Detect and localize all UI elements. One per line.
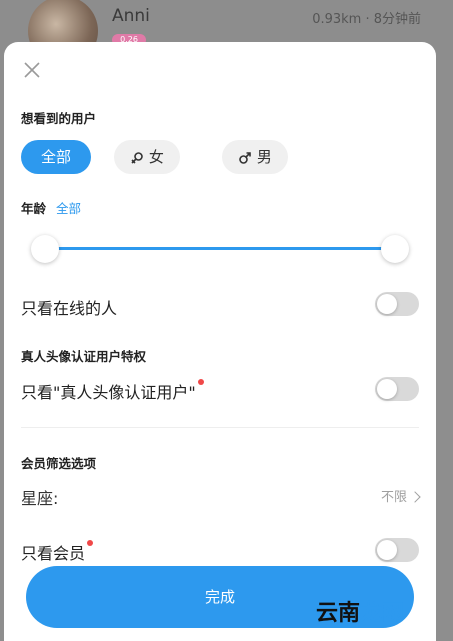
new-dot-icon (87, 540, 94, 546)
constellation-value: 不限 (380, 490, 407, 505)
verified-only-row: 只看"真人头像认证用户" (21, 379, 204, 403)
toggle-knob (377, 540, 397, 560)
male-icon (238, 148, 257, 166)
watermark-text-2: 龙网 (360, 601, 405, 626)
verified-only-toggle[interactable] (375, 377, 419, 401)
gender-all-label: 全部 (40, 148, 71, 166)
gender-male-button[interactable]: 男 (222, 140, 288, 174)
member-only-row: 只看会员 (21, 540, 94, 564)
section-users-title: 想看到的用户 (21, 111, 97, 126)
member-only-toggle[interactable] (375, 538, 419, 562)
user-distance: 0.93km · 8分钟前 (312, 12, 421, 27)
constellation-label: 星座: (21, 489, 59, 508)
age-slider-min-handle[interactable] (31, 235, 59, 263)
section-verified-title: 真人头像认证用户特权 (21, 349, 147, 364)
watermark-text-1: 云南 (316, 601, 361, 626)
age-slider-max-handle[interactable] (381, 235, 409, 263)
section-member-title: 会员筛选选项 (21, 456, 97, 471)
gender-male-label: 男 (256, 148, 272, 166)
age-title: 年龄 (21, 201, 47, 216)
member-only-label: 只看会员 (21, 544, 86, 563)
close-icon[interactable] (22, 60, 42, 80)
gender-female-button[interactable]: 女 (114, 140, 180, 174)
gender-all-button[interactable]: 全部 (21, 140, 91, 174)
watermark-logo: 云南龙网 (316, 595, 404, 627)
female-icon (130, 148, 149, 166)
toggle-knob (377, 294, 397, 314)
age-value[interactable]: 全部 (56, 198, 81, 217)
gender-female-label: 女 (148, 148, 164, 166)
user-name: Anni (112, 6, 150, 26)
age-slider-track[interactable] (45, 247, 395, 250)
online-only-label: 只看在线的人 (21, 299, 118, 318)
online-only-toggle[interactable] (375, 292, 419, 316)
toggle-knob (377, 379, 397, 399)
filter-sheet: 想看到的用户 全部 女 男 年龄 全部 只看在线的人 真人头像认证用户特权 只看… (4, 42, 436, 641)
chevron-right-icon (409, 490, 421, 503)
constellation-selector[interactable]: 不限 (380, 486, 421, 505)
verified-only-label: 只看"真人头像认证用户" (21, 383, 196, 402)
divider (21, 427, 419, 428)
new-dot-icon (197, 379, 204, 385)
